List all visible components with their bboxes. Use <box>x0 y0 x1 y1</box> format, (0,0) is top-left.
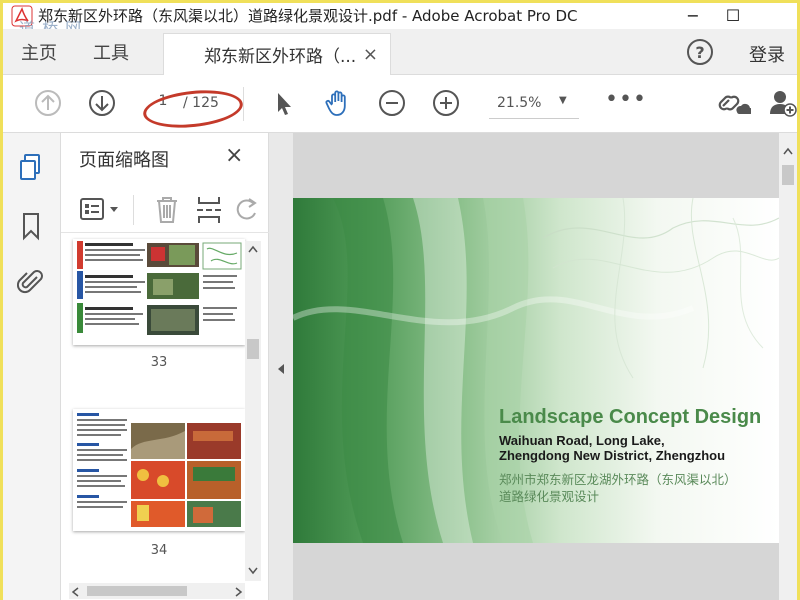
scroll-right-icon[interactable] <box>235 587 243 597</box>
insert-page-icon[interactable] <box>195 195 223 225</box>
share-link-icon[interactable] <box>717 88 751 118</box>
minimize-button[interactable]: − <box>673 3 713 27</box>
next-page-icon[interactable] <box>87 88 117 118</box>
title-bar: 道 桥 网 郑东新区外环路（东风渠以北）道路绿化景观设计.pdf - Adobe… <box>3 3 797 38</box>
zoom-in-icon[interactable] <box>431 88 461 118</box>
pdf-page: Landscape Concept Design Waihuan Road, L… <box>293 198 779 543</box>
page-thumbnail[interactable] <box>73 409 245 531</box>
collapse-pane-icon[interactable] <box>276 363 286 375</box>
home-menu[interactable]: 主页 <box>21 39 57 65</box>
zoom-dropdown[interactable]: 21.5% ▼ <box>489 89 579 119</box>
thumbnail-page-number: 34 <box>150 543 168 558</box>
scroll-left-icon[interactable] <box>71 587 79 597</box>
pane-toolbar <box>61 185 269 233</box>
thumbnail-33-image <box>73 239 245 345</box>
toolbar-divider <box>243 87 244 121</box>
zoom-out-icon[interactable] <box>377 88 407 118</box>
cover-title: Landscape Concept Design <box>499 406 762 428</box>
cover-chinese-line2: 道路绿化景观设计 <box>499 489 600 504</box>
help-icon[interactable]: ? <box>687 39 713 65</box>
thumbnail-page-number: 33 <box>150 355 168 370</box>
thumbnail-34-image <box>73 409 245 531</box>
select-cursor-icon[interactable] <box>269 88 299 118</box>
document-tab[interactable]: 郑东新区外环路（... × <box>163 33 391 75</box>
pane-close-icon[interactable]: × <box>225 143 243 168</box>
thumbnails-pane: 页面缩略图 × 33 34 <box>61 133 269 600</box>
tools-menu[interactable]: 工具 <box>93 39 129 65</box>
pane-title: 页面缩略图 <box>79 150 169 171</box>
login-button[interactable]: 登录 <box>749 41 785 67</box>
cover-subtitle-line1: Waihuan Road, Long Lake, <box>499 433 665 448</box>
hand-tool-icon[interactable] <box>323 88 353 118</box>
pane-collapse-strip[interactable] <box>269 133 293 600</box>
menu-bar: 主页 工具 郑东新区外环路（... × ? 登录 <box>3 29 797 75</box>
document-scrollbar[interactable] <box>779 133 797 600</box>
bookmark-icon[interactable] <box>17 211 45 241</box>
scrollbar-thumb[interactable] <box>247 339 259 359</box>
thumbnails-list: 33 34 <box>61 237 257 582</box>
attachment-icon[interactable] <box>17 267 45 297</box>
toolbar: 1 / 125 21.5% ▼ ••• <box>3 75 797 133</box>
cover-subtitle-line2: Zhengdong New District, Zhengzhou <box>499 448 726 463</box>
pane-divider <box>133 195 134 225</box>
rotate-page-icon[interactable] <box>235 195 259 225</box>
chevron-down-icon: ▼ <box>559 95 567 106</box>
scroll-down-icon[interactable] <box>248 567 258 575</box>
document-tab-label: 郑东新区外环路（... <box>204 47 357 67</box>
doc-scroll-up-icon[interactable] <box>783 147 793 155</box>
add-user-icon[interactable] <box>769 88 797 118</box>
doc-scrollbar-thumb[interactable] <box>782 165 794 185</box>
page-thumbnails-icon[interactable] <box>17 153 45 183</box>
maximize-button[interactable]: ☐ <box>713 3 753 27</box>
thumbnails-scrollbar[interactable] <box>245 241 261 581</box>
window-title: 郑东新区外环路（东风渠以北）道路绿化景观设计.pdf - Adobe Acrob… <box>38 7 578 25</box>
delete-page-icon[interactable] <box>153 195 181 225</box>
page-thumbnail[interactable] <box>73 239 245 345</box>
left-icon-rail <box>3 133 61 600</box>
scroll-up-icon[interactable] <box>248 245 258 253</box>
hscrollbar-thumb[interactable] <box>87 586 187 596</box>
thumbnails-hscrollbar[interactable] <box>69 583 245 599</box>
more-tools-icon[interactable]: ••• <box>605 87 647 112</box>
thumbnail-options-icon[interactable] <box>79 197 123 221</box>
previous-page-icon[interactable] <box>33 88 63 118</box>
zoom-value: 21.5% <box>497 95 542 111</box>
tab-close-icon[interactable]: × <box>363 44 378 65</box>
